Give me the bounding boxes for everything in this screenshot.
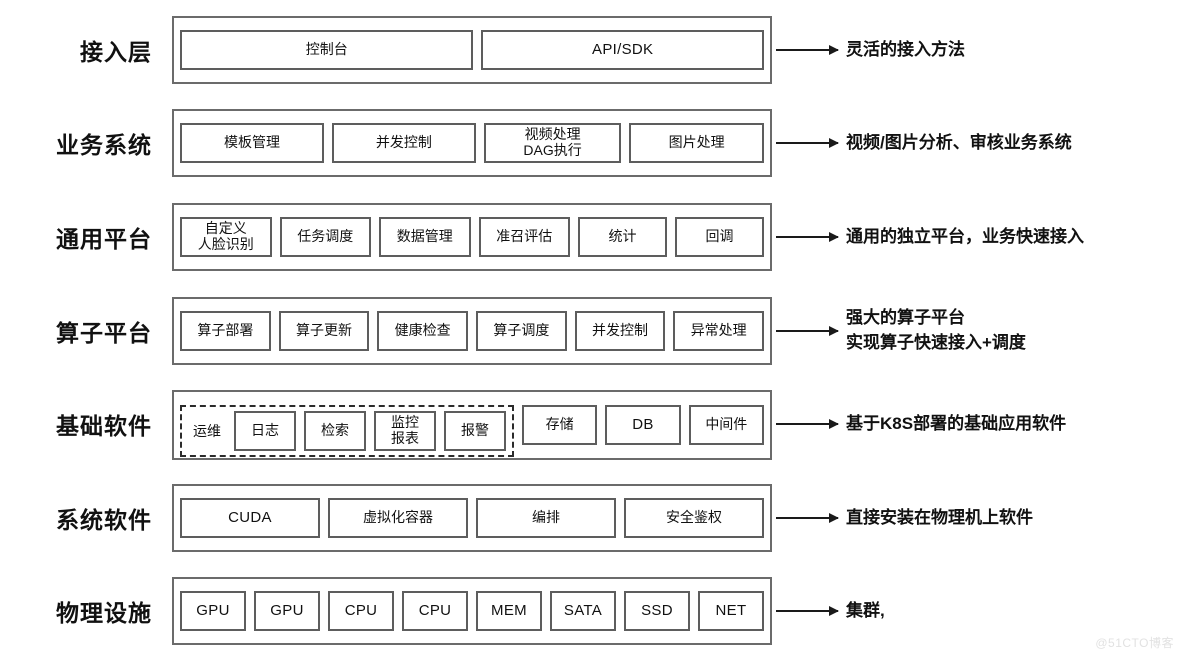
- layer-container: 自定义 人脸识别 任务调度 数据管理 准召评估 统计 回调: [172, 203, 772, 271]
- layer-cell[interactable]: DB: [605, 405, 681, 445]
- layer-cell-group: 运维 日志 检索 监控 报表 报警 存储 DB 中间件: [180, 405, 764, 457]
- layer-cell[interactable]: 算子部署: [180, 311, 271, 351]
- layer-cell[interactable]: 回调: [675, 217, 764, 257]
- layer-cell[interactable]: 视频处理 DAG执行: [483, 123, 622, 163]
- dashed-subgroup: 运维 日志 检索 监控 报表 报警: [180, 405, 514, 457]
- layer-label: 通用平台: [56, 226, 152, 252]
- layer-cell-group: 自定义 人脸识别 任务调度 数据管理 准召评估 统计 回调: [180, 217, 764, 257]
- layer-container: 模板管理 并发控制 视频处理 DAG执行 图片处理: [172, 109, 772, 177]
- arrow-right-icon: [776, 606, 839, 616]
- layer-cell[interactable]: CUDA: [180, 498, 320, 538]
- layer-row: 算子平台 算子部署 算子更新 健康检查 算子调度 并发控制 异常处理 强大的算子平台 实现算子…: [0, 297, 1184, 365]
- layer-cell[interactable]: 准召评估: [478, 217, 570, 257]
- layer-container: 控制台 API/SDK: [172, 16, 772, 84]
- layer-container: 算子部署 算子更新 健康检查 算子调度 并发控制 异常处理: [172, 297, 772, 365]
- layer-cell[interactable]: GPU: [254, 591, 320, 631]
- layer-label: 基础软件: [56, 413, 152, 439]
- watermark: @51CTO博客: [1095, 636, 1174, 650]
- layer-cell[interactable]: 模板管理: [180, 123, 324, 163]
- layer-annotation: 视频/图片分析、审核业务系统: [846, 132, 1072, 152]
- layer-cell[interactable]: 异常处理: [673, 311, 765, 351]
- layer-annotation: 强大的算子平台 实现算子快速接入+调度: [846, 308, 1026, 352]
- layer-cell[interactable]: 任务调度: [279, 217, 371, 257]
- subgroup-label: 运维: [193, 423, 221, 439]
- arrow-right-icon: [776, 138, 839, 148]
- layer-row: 基础软件 运维 日志 检索 监控 报表 报警 存储 DB 中间件 基于K8S部署的基础应用软件: [0, 390, 1184, 460]
- layer-cell[interactable]: GPU: [180, 591, 246, 631]
- layer-cell[interactable]: 图片处理: [629, 123, 764, 163]
- layer-cell-group: 算子部署 算子更新 健康检查 算子调度 并发控制 异常处理: [180, 311, 765, 351]
- layer-label: 系统软件: [56, 507, 152, 533]
- layer-cell[interactable]: 统计: [578, 217, 667, 257]
- layer-row: 接入层 控制台 API/SDK 灵活的接入方法: [0, 16, 1184, 84]
- layer-cell-group: 控制台 API/SDK: [180, 30, 764, 70]
- layer-cell[interactable]: 报警: [444, 411, 506, 451]
- layer-container: GPU GPU CPU CPU MEM SATA SSD NET: [172, 577, 772, 645]
- layer-cell[interactable]: 安全鉴权: [624, 498, 764, 538]
- layer-container: CUDA 虚拟化容器 编排 安全鉴权: [172, 484, 772, 552]
- layer-cell-group: CUDA 虚拟化容器 编排 安全鉴权: [180, 498, 764, 538]
- layer-cell[interactable]: 中间件: [688, 405, 764, 445]
- layer-cell[interactable]: 并发控制: [331, 123, 476, 163]
- layer-row: 通用平台 自定义 人脸识别 任务调度 数据管理 准召评估 统计 回调 通用的独立平台，业务快速…: [0, 203, 1184, 271]
- layer-label: 接入层: [80, 39, 152, 65]
- layer-cell[interactable]: CPU: [402, 591, 468, 631]
- layer-annotation: 灵活的接入方法: [846, 39, 965, 59]
- layer-cell[interactable]: 并发控制: [574, 311, 666, 351]
- layer-cell-group: 模板管理 并发控制 视频处理 DAG执行 图片处理: [180, 123, 764, 163]
- layer-cell[interactable]: 虚拟化容器: [328, 498, 468, 538]
- architecture-diagram: 接入层 控制台 API/SDK 灵活的接入方法 业务系统 模板管理 并发控制 视频处理 DAG…: [0, 0, 1184, 659]
- arrow-right-icon: [776, 513, 839, 523]
- layer-annotation: 基于K8S部署的基础应用软件: [846, 413, 1067, 433]
- layer-label: 算子平台: [56, 320, 152, 346]
- layer-cell[interactable]: MEM: [476, 591, 542, 631]
- layer-cell[interactable]: 健康检查: [377, 311, 469, 351]
- layer-cell[interactable]: 算子更新: [278, 311, 370, 351]
- layer-cell[interactable]: SSD: [624, 591, 690, 631]
- layer-cell[interactable]: CPU: [328, 591, 394, 631]
- layer-cell[interactable]: 检索: [304, 411, 366, 451]
- layer-cell[interactable]: 存储: [522, 405, 598, 445]
- layer-cell[interactable]: 日志: [234, 411, 296, 451]
- layer-cell[interactable]: 算子调度: [476, 311, 567, 351]
- layer-label: 业务系统: [56, 132, 152, 158]
- layer-cell[interactable]: 自定义 人脸识别: [180, 217, 272, 257]
- layer-row: 系统软件 CUDA 虚拟化容器 编排 安全鉴权 直接安装在物理机上软件: [0, 484, 1184, 552]
- layer-cell[interactable]: 监控 报表: [374, 411, 436, 451]
- layer-container: 运维 日志 检索 监控 报表 报警 存储 DB 中间件: [172, 390, 772, 460]
- layer-cell[interactable]: API/SDK: [481, 30, 764, 70]
- layer-cell-group: GPU GPU CPU CPU MEM SATA SSD NET: [180, 591, 764, 631]
- layer-cell[interactable]: 控制台: [180, 30, 474, 70]
- layer-annotation: 集群,: [846, 600, 885, 620]
- layer-annotation: 通用的独立平台，业务快速接入: [846, 226, 1084, 246]
- layer-annotation: 直接安装在物理机上软件: [846, 507, 1033, 527]
- arrow-right-icon: [776, 45, 839, 55]
- layer-label: 物理设施: [56, 600, 152, 626]
- arrow-right-icon: [776, 419, 839, 429]
- layer-row: 物理设施 GPU GPU CPU CPU MEM SATA SSD NET 集群,: [0, 577, 1184, 645]
- layer-cell[interactable]: SATA: [550, 591, 616, 631]
- layer-cell[interactable]: 数据管理: [379, 217, 471, 257]
- arrow-right-icon: [776, 232, 839, 242]
- layer-cell[interactable]: 编排: [476, 498, 616, 538]
- layer-row: 业务系统 模板管理 并发控制 视频处理 DAG执行 图片处理 视频/图片分析、审核业务系统: [0, 109, 1184, 177]
- arrow-right-icon: [776, 326, 839, 336]
- layer-cell[interactable]: NET: [698, 591, 764, 631]
